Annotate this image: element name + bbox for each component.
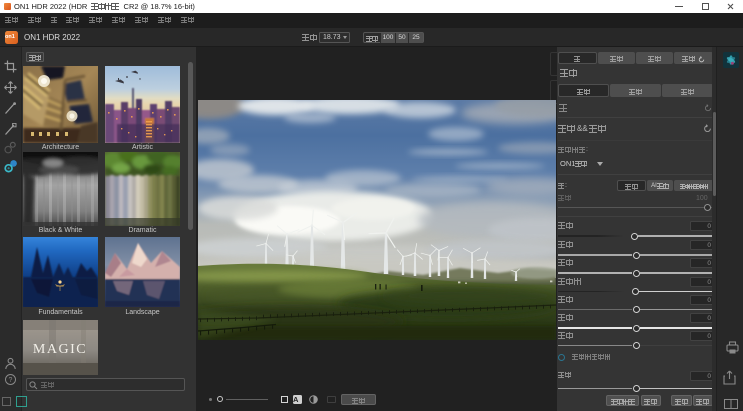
svg-text:?: ?	[9, 377, 13, 384]
svg-text:MAGIC: MAGIC	[33, 342, 87, 357]
